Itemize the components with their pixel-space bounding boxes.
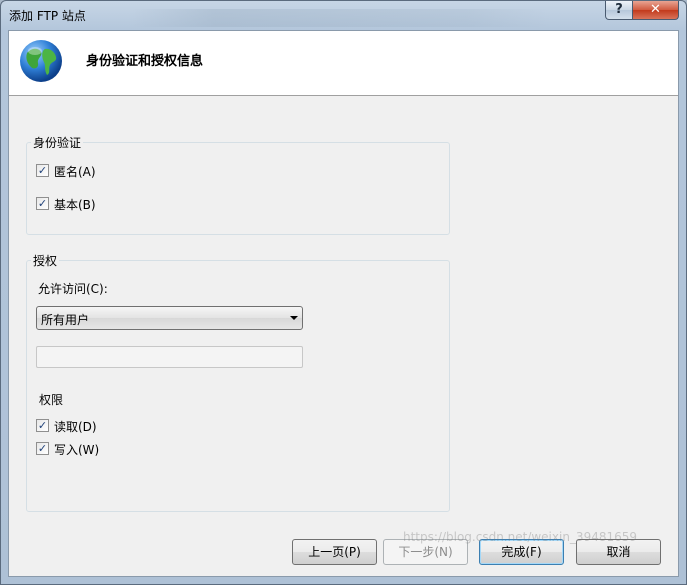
dialog-client-area: 身份验证和授权信息 身份验证 ✓ 匿名(A) ✓ 基本(B) 授权 允许访问(C… — [8, 30, 679, 577]
permissions-label: 权限 — [39, 393, 64, 407]
close-button[interactable]: ✕ — [632, 1, 679, 20]
basic-label[interactable]: 基本(B) — [54, 196, 96, 213]
chevron-down-icon — [290, 316, 298, 320]
allow-access-label: 允许访问(C): — [38, 282, 108, 296]
anonymous-checkbox[interactable]: ✓ — [36, 164, 49, 177]
write-label[interactable]: 写入(W) — [54, 441, 99, 458]
help-button[interactable]: ? — [605, 1, 633, 20]
read-checkbox[interactable]: ✓ — [36, 419, 49, 432]
authentication-group-label: 身份验证 — [31, 134, 84, 151]
write-checkbox[interactable]: ✓ — [36, 442, 49, 455]
background-blur — [131, 9, 551, 27]
help-icon: ? — [615, 2, 623, 17]
authentication-groupbox — [26, 142, 450, 235]
watermark-text: https://blog.csdn.net/weixin_39481659 — [403, 530, 638, 544]
authorization-groupbox — [26, 260, 450, 512]
window-title: 添加 FTP 站点 — [9, 9, 86, 23]
user-specification-input — [36, 346, 303, 368]
basic-checkbox[interactable]: ✓ — [36, 197, 49, 210]
wizard-header: 身份验证和授权信息 — [9, 31, 678, 96]
page-title: 身份验证和授权信息 — [86, 54, 204, 69]
anonymous-label[interactable]: 匿名(A) — [54, 163, 96, 180]
title-bar[interactable]: 添加 FTP 站点 ? ✕ — [1, 1, 686, 29]
allow-access-value: 所有用户 — [41, 313, 90, 327]
dialog-window: 添加 FTP 站点 ? ✕ 身份验证和授权信息 身份验证 ✓ 匿名(A) ✓ 基… — [0, 0, 687, 585]
read-label[interactable]: 读取(D) — [54, 418, 97, 435]
globe-icon — [20, 40, 62, 82]
close-icon: ✕ — [650, 2, 661, 17]
previous-button[interactable]: 上一页(P) — [292, 539, 377, 565]
authorization-group-label: 授权 — [31, 252, 60, 269]
allow-access-dropdown[interactable]: 所有用户 — [36, 306, 303, 330]
